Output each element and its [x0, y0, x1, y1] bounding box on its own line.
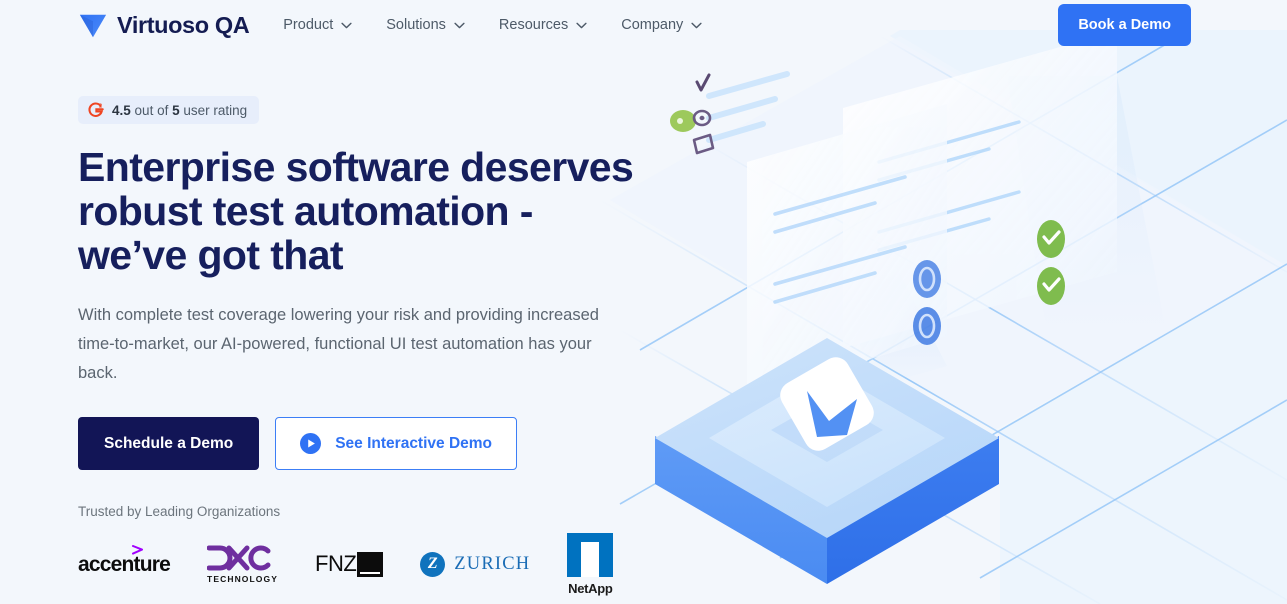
- isometric-platform-illustration: [647, 36, 1287, 604]
- fnz-block-icon: [357, 551, 384, 577]
- chevron-down-icon: [576, 22, 587, 28]
- main-nav: Product Solutions Resources Company: [283, 17, 702, 33]
- zurich-z-icon: Z: [420, 551, 446, 577]
- rating-max: 5: [172, 102, 180, 118]
- netapp-wordmark: NetApp: [567, 532, 614, 596]
- fnz-text: FNZ: [315, 551, 357, 576]
- netapp-mark-icon: [567, 532, 614, 577]
- nav-item-resources[interactable]: Resources: [499, 17, 587, 33]
- logo-dxc-technology: TECHNOLOGY: [207, 533, 278, 595]
- chevron-down-icon: [454, 22, 465, 28]
- logo-accenture: accenture: [78, 533, 171, 595]
- fnz-wordmark: FNZ: [315, 551, 384, 577]
- hero-button-row: Schedule a Demo See Interactive Demo: [78, 417, 678, 470]
- schedule-a-demo-button[interactable]: Schedule a Demo: [78, 417, 260, 470]
- logo-fnz: FNZ: [315, 533, 384, 595]
- nav-item-company[interactable]: Company: [621, 17, 702, 33]
- see-interactive-demo-label: See Interactive Demo: [335, 434, 493, 452]
- brand-name: Virtuoso QA: [117, 11, 250, 38]
- accenture-arrow-icon: [132, 544, 144, 555]
- site-header: Virtuoso QA Product Solutions Resources: [0, 0, 1287, 50]
- zurich-text: ZURICH: [454, 553, 531, 574]
- hero-section: 2 4.5 out of 5 user rating Enterprise so…: [78, 96, 678, 596]
- nav-item-label: Product: [283, 17, 334, 33]
- dxc-wordmark: TECHNOLOGY: [207, 545, 278, 584]
- rating-badge-text: 4.5 out of 5 user rating: [112, 103, 247, 118]
- rating-score: 4.5: [112, 102, 131, 118]
- netapp-text: NetApp: [568, 580, 613, 596]
- landing-page: Virtuoso QA Product Solutions Resources: [0, 0, 1287, 604]
- chevron-down-icon: [691, 22, 702, 28]
- accenture-wordmark: accenture: [78, 544, 171, 576]
- nav-item-solutions[interactable]: Solutions: [386, 17, 465, 33]
- logo-zurich: Z ZURICH: [420, 533, 530, 595]
- g2-rating-badge[interactable]: 2 4.5 out of 5 user rating: [78, 96, 260, 124]
- nav-item-label: Solutions: [386, 17, 446, 33]
- accenture-text: accenture: [78, 552, 171, 576]
- page-title: Enterprise software deserves robust test…: [78, 144, 634, 278]
- hero-subhead: With complete test coverage lowering you…: [78, 306, 599, 382]
- nav-item-product[interactable]: Product: [283, 17, 352, 33]
- book-a-demo-button[interactable]: Book a Demo: [1058, 4, 1191, 46]
- zurich-wordmark: Z ZURICH: [420, 551, 531, 577]
- logo-netapp: NetApp: [567, 532, 614, 596]
- trusted-by-label: Trusted by Leading Organizations: [78, 504, 281, 519]
- brand-logo[interactable]: Virtuoso QA: [78, 10, 250, 40]
- play-circle-icon: [300, 433, 322, 454]
- chevron-down-icon: [341, 22, 352, 28]
- nav-item-label: Resources: [498, 17, 569, 33]
- rating-middle-text: out of: [134, 102, 169, 118]
- dxc-mark-icon: [207, 545, 271, 570]
- svg-text:2: 2: [99, 103, 102, 109]
- customer-logo-row: accenture TECHNOLOGY FNZ Z ZURICH NetApp: [78, 532, 678, 596]
- see-interactive-demo-button[interactable]: See Interactive Demo: [275, 417, 518, 470]
- virtuoso-v-logo-icon: [79, 14, 107, 38]
- nav-item-label: Company: [621, 17, 684, 33]
- g2-logo-icon: 2: [88, 102, 104, 117]
- rating-suffix-text: user rating: [183, 102, 248, 118]
- dxc-subtext: TECHNOLOGY: [207, 573, 279, 584]
